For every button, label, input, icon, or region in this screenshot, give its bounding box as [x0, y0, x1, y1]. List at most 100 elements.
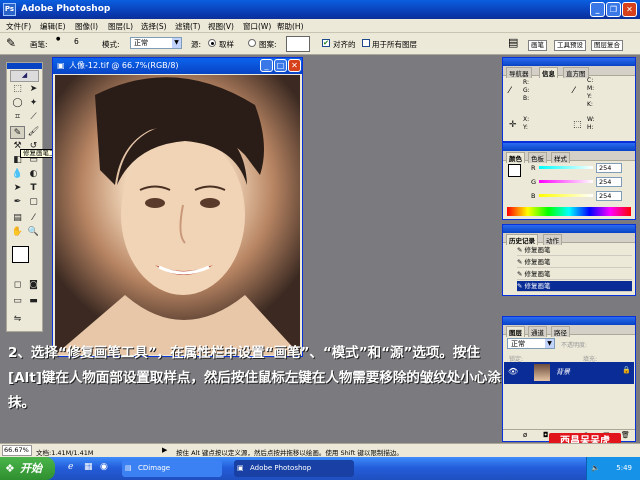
marquee-tool-icon[interactable]: ⬚: [10, 83, 25, 96]
history-row-label: 修复画笔: [524, 282, 551, 290]
doc-close-button[interactable]: ✕: [288, 59, 301, 72]
tab-layers[interactable]: 图层: [506, 326, 525, 337]
play-icon[interactable]: ▶: [162, 446, 167, 454]
foreground-color-swatch[interactable]: [12, 246, 29, 263]
tab-color[interactable]: 颜色: [506, 152, 525, 163]
trash-icon[interactable]: 🗑: [621, 431, 630, 439]
notes-tool-icon[interactable]: ▤: [10, 212, 25, 225]
menu-help[interactable]: 帮助(H): [277, 21, 304, 32]
tab-info[interactable]: 信息: [539, 67, 558, 78]
menu-edit[interactable]: 编辑(E): [40, 21, 66, 32]
pattern-picker[interactable]: [286, 36, 310, 52]
quick-mask-icon[interactable]: ◙: [26, 279, 41, 292]
r-slider[interactable]: [539, 166, 593, 169]
opacity-label: 不透明度:: [561, 342, 588, 349]
aligned-checkbox[interactable]: ✔: [322, 39, 330, 47]
g-slider[interactable]: [539, 180, 593, 183]
restore-button[interactable]: ❐: [606, 2, 621, 17]
b-slider[interactable]: [539, 194, 593, 197]
color-label-r: R: [531, 164, 536, 172]
history-brush-icon: ✎: [517, 282, 525, 290]
zoom-tool-icon[interactable]: 🔍: [26, 226, 41, 239]
shape-tool-icon[interactable]: ▢: [26, 196, 41, 209]
screen-mode-icon[interactable]: ▭: [10, 295, 25, 308]
lasso-tool-icon[interactable]: ◯: [10, 97, 25, 110]
task-cdimage[interactable]: ▤ CDimage: [122, 460, 222, 477]
menu-file[interactable]: 文件(F): [6, 21, 31, 32]
layer-style-icon[interactable]: ø: [523, 431, 527, 439]
pen-tool-icon[interactable]: ✒: [10, 196, 25, 209]
zoom-field[interactable]: 66.67%: [2, 445, 32, 456]
r-value-field[interactable]: 254: [596, 163, 622, 173]
layer-row-background[interactable]: 👁 背景 🔒: [504, 362, 634, 384]
imageready-icon[interactable]: ⇋: [10, 313, 25, 326]
pattern-radio[interactable]: [248, 39, 256, 47]
menu-layer[interactable]: 图层(L): [108, 21, 133, 32]
tab-brushes[interactable]: 画笔: [528, 40, 547, 51]
tab-navigator[interactable]: 导航器: [506, 67, 532, 78]
tab-actions[interactable]: 动作: [543, 234, 562, 245]
brush-dot-icon[interactable]: ●: [56, 36, 60, 42]
color-spectrum-bar[interactable]: [507, 207, 631, 216]
blur-tool-icon[interactable]: 💧: [10, 168, 25, 181]
layer-name: 背景: [556, 368, 570, 376]
menu-filter[interactable]: 滤镜(T): [175, 21, 200, 32]
doc-minimize-button[interactable]: _: [260, 59, 273, 72]
hand-tool-icon[interactable]: ✋: [10, 226, 25, 239]
type-tool-icon[interactable]: T: [26, 182, 41, 195]
close-button[interactable]: ✕: [622, 2, 637, 17]
tab-history[interactable]: 历史记录: [506, 234, 538, 245]
menu-select[interactable]: 选择(S): [141, 21, 167, 32]
task-photoshop[interactable]: ▣ Adobe Photoshop: [234, 460, 354, 477]
tab-layer-comps[interactable]: 图层复合: [591, 40, 623, 51]
healing-brush-tool-icon[interactable]: ✎: [6, 36, 16, 50]
tab-swatches[interactable]: 色板: [528, 152, 547, 163]
blend-mode-select[interactable]: 正常 ▼: [507, 338, 555, 349]
brush-tool-icon[interactable]: 🖌: [26, 126, 41, 139]
fullscreen-mode-icon[interactable]: ▬: [26, 295, 41, 308]
add-mask-icon[interactable]: ◘: [543, 431, 549, 439]
history-row-current[interactable]: ✎ 修复画笔: [517, 281, 632, 292]
start-button[interactable]: ❖ 开始: [0, 457, 55, 480]
eye-icon[interactable]: 👁: [508, 367, 518, 376]
path-select-icon[interactable]: ➤: [10, 182, 25, 195]
tab-channels[interactable]: 通道: [528, 326, 547, 337]
crop-tool-icon[interactable]: ⌗: [10, 111, 25, 124]
move-tool-icon[interactable]: ➤: [26, 83, 41, 96]
minimize-button[interactable]: _: [590, 2, 605, 17]
tab-paths[interactable]: 路径: [551, 326, 570, 337]
mode-value: 正常: [134, 39, 148, 47]
tab-styles[interactable]: 样式: [551, 152, 570, 163]
mode-select[interactable]: 正常 ▼: [130, 37, 182, 49]
file-browser-icon[interactable]: ▤: [508, 36, 518, 49]
history-row[interactable]: ✎ 修复画笔: [517, 245, 632, 256]
tutorial-caption: 2、选择“修复画笔工具”，在属性栏中设置“画笔”、“模式”和“源”选项。按住[A…: [8, 345, 501, 411]
eyedropper-icon[interactable]: ⁄: [26, 212, 41, 225]
desktop-icon[interactable]: ▦: [84, 462, 93, 472]
ie-icon[interactable]: ℯ: [68, 462, 73, 472]
history-panel-header: [503, 225, 635, 233]
menu-view[interactable]: 视图(V): [208, 21, 234, 32]
menu-image[interactable]: 图像(I): [75, 21, 98, 32]
volume-icon[interactable]: 🔈: [591, 457, 600, 480]
adobe-online-icon[interactable]: ◢: [10, 70, 39, 82]
standard-mode-icon[interactable]: ◻: [10, 279, 25, 292]
brush-size[interactable]: 6: [74, 37, 79, 46]
healing-brush-icon[interactable]: ✎: [10, 126, 25, 139]
sampled-radio[interactable]: [208, 39, 216, 47]
doc-maximize-button[interactable]: □: [274, 59, 287, 72]
all-layers-checkbox[interactable]: [362, 39, 370, 47]
history-row[interactable]: ✎ 修复画笔: [517, 269, 632, 280]
portrait-photo[interactable]: [55, 75, 300, 355]
magic-wand-icon[interactable]: ✦: [26, 97, 41, 110]
history-row[interactable]: ✎ 修复画笔: [517, 257, 632, 268]
tab-tool-presets[interactable]: 工具预设: [554, 40, 586, 51]
fg-color-swatch[interactable]: [508, 164, 521, 177]
slice-tool-icon[interactable]: ⟋: [26, 111, 41, 124]
tab-histogram[interactable]: 直方图: [563, 67, 589, 78]
menu-window[interactable]: 窗口(W): [243, 21, 271, 32]
media-icon[interactable]: ◉: [100, 462, 108, 472]
g-value-field[interactable]: 254: [596, 177, 622, 187]
dodge-tool-icon[interactable]: ◐: [26, 168, 41, 181]
b-value-field[interactable]: 254: [596, 191, 622, 201]
